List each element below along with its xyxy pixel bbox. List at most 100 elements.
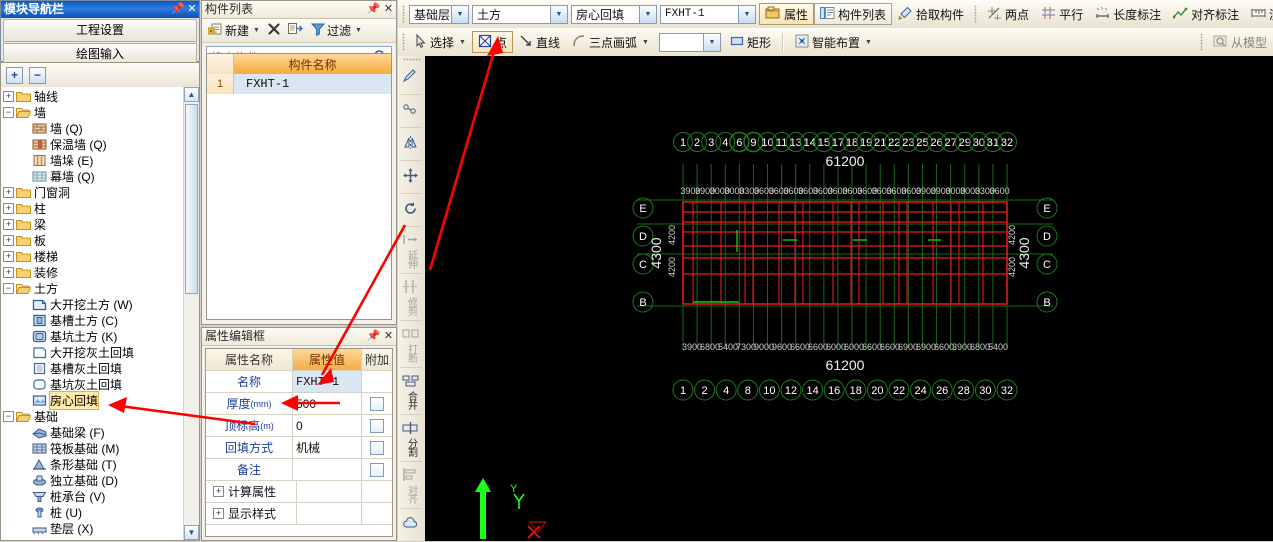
tree-expander-icon[interactable]: + xyxy=(3,202,14,214)
expand-all-button[interactable]: + xyxy=(6,66,23,84)
select-tool[interactable]: 选择 ▼ xyxy=(409,31,472,53)
tree-item-23[interactable]: 条形基础 (T) xyxy=(1,456,183,472)
tree-item-7[interactable]: + 柱 xyxy=(1,200,183,216)
tree-item-27[interactable]: 垫层 (X) xyxy=(1,520,183,536)
chevron-down-icon[interactable]: ▼ xyxy=(459,39,466,46)
delete-component-button[interactable] xyxy=(265,21,283,40)
chevron-down-icon[interactable]: ▼ xyxy=(639,5,656,23)
cad-drawing-canvas[interactable]: 1 2 3 4 6 9 10 11 13 14 15 17 18 19 21 22 23 25 26 27 29 30 31… xyxy=(425,56,1273,541)
attach-checkbox[interactable] xyxy=(370,418,384,433)
collapse-all-button[interactable]: − xyxy=(29,66,46,84)
chevron-down-icon[interactable]: ▼ xyxy=(451,5,468,23)
move-tool[interactable] xyxy=(398,162,423,192)
pin-icon[interactable]: 📌 xyxy=(171,1,185,18)
point-tool[interactable]: 点 xyxy=(471,31,513,53)
tree-item-19[interactable]: 房心回填 xyxy=(1,390,183,410)
scroll-up-icon[interactable]: ▲ xyxy=(184,87,199,102)
tree-item-14[interactable]: 基槽土方 (C) xyxy=(1,312,183,328)
tree-item-16[interactable]: 大开挖灰土回填 xyxy=(1,344,183,360)
tree-expander-icon[interactable]: + xyxy=(3,218,14,230)
tree-item-13[interactable]: 大开挖土方 (W) xyxy=(1,296,183,312)
from-model-button[interactable]: 从模型 xyxy=(1207,31,1273,53)
property-row[interactable]: 备注 xyxy=(206,459,392,481)
component-row[interactable]: 1 FXHT-1 xyxy=(207,74,391,94)
component-type-combo[interactable]: 房心回填 ▼ xyxy=(571,4,657,24)
property-expander-icon[interactable]: + xyxy=(213,508,224,519)
tree-item-6[interactable]: + 门窗洞 xyxy=(1,184,183,200)
chevron-down-icon[interactable]: ▼ xyxy=(865,39,872,46)
toolbar-grip[interactable] xyxy=(402,33,405,51)
pick-component-button[interactable]: 拾取构件 xyxy=(892,3,970,25)
property-row[interactable]: 回填方式 机械 xyxy=(206,437,392,459)
tree-item-8[interactable]: + 梁 xyxy=(1,216,183,232)
mirror-tool[interactable] xyxy=(398,129,423,159)
cloud-tool[interactable] xyxy=(398,510,423,540)
property-value-cell[interactable]: 机械 xyxy=(293,437,362,458)
component-list-button[interactable]: 构件列表 xyxy=(814,3,893,25)
properties-button[interactable]: 属性 xyxy=(759,3,815,25)
tree-expander-icon[interactable]: + xyxy=(3,250,14,262)
tree-expander-icon[interactable]: + xyxy=(3,186,14,198)
tree-item-2[interactable]: 墙 (Q) xyxy=(1,120,183,136)
tree-item-10[interactable]: + 楼梯 xyxy=(1,248,183,264)
tree-item-22[interactable]: 筏板基础 (M) xyxy=(1,440,183,456)
tree-expander-icon[interactable]: + xyxy=(3,234,14,246)
category-combo[interactable]: 土方 ▼ xyxy=(472,4,568,24)
toolbar-grip[interactable] xyxy=(1199,33,1203,51)
tree-item-21[interactable]: 基础梁 (F) xyxy=(1,424,183,440)
tree-item-26[interactable]: 桩 (U) xyxy=(1,504,183,520)
tree-scrollbar[interactable]: ▲ ▼ xyxy=(183,87,199,540)
tree-item-3[interactable]: 保温墙 (Q) xyxy=(1,136,183,152)
rotate-tool[interactable] xyxy=(398,195,423,225)
chevron-down-icon[interactable]: ▼ xyxy=(702,33,720,51)
line-style-combo[interactable]: ▼ xyxy=(658,32,721,52)
tree-item-11[interactable]: + 装修 xyxy=(1,264,183,280)
tree-expander-icon[interactable]: + xyxy=(3,90,14,102)
property-row[interactable]: + 计算属性 xyxy=(206,481,392,503)
tree-item-9[interactable]: + 板 xyxy=(1,232,183,248)
attach-checkbox[interactable] xyxy=(370,396,384,411)
property-value-cell[interactable] xyxy=(293,459,362,480)
property-value-cell[interactable]: 500 xyxy=(293,393,362,414)
length-dimension-button[interactable]: 长度标注 xyxy=(1089,3,1167,25)
chevron-down-icon[interactable]: ▼ xyxy=(355,27,362,34)
attach-checkbox[interactable] xyxy=(370,440,384,455)
tree-item-15[interactable]: 基坑土方 (K) xyxy=(1,328,183,344)
copy-component-button[interactable] xyxy=(286,21,306,40)
project-settings-button[interactable]: 工程设置 xyxy=(3,19,197,42)
tree-expander-icon[interactable]: − xyxy=(3,410,14,422)
property-value-cell[interactable]: 0 xyxy=(293,415,362,436)
close-icon[interactable]: ✕ xyxy=(381,1,396,18)
tree-item-18[interactable]: 基坑灰土回填 xyxy=(1,376,183,392)
tree-expander-icon[interactable]: + xyxy=(3,266,14,278)
toolbar-grip[interactable] xyxy=(402,58,421,61)
tree-item-25[interactable]: 桩承台 (V) xyxy=(1,488,183,504)
toolbar-grip[interactable] xyxy=(974,5,978,23)
property-row[interactable]: 顶标高 (m) 0 xyxy=(206,415,392,437)
property-value-cell[interactable] xyxy=(297,481,362,502)
chevron-down-icon[interactable]: ▼ xyxy=(738,5,755,23)
tree-item-5[interactable]: 幕墙 (Q) xyxy=(1,168,183,184)
tree-item-12[interactable]: − 土方 xyxy=(1,280,183,296)
property-value-cell[interactable]: FXHT-1 xyxy=(293,371,362,392)
close-icon[interactable]: ✕ xyxy=(381,328,396,345)
tree-item-17[interactable]: 基槽灰土回填 xyxy=(1,360,183,376)
tree-item-20[interactable]: − 基础 xyxy=(1,408,183,424)
tree-expander-icon[interactable]: − xyxy=(3,282,14,294)
pin-icon[interactable]: 📌 xyxy=(366,1,381,18)
rectangle-tool[interactable]: 矩形 xyxy=(724,31,777,53)
chevron-down-icon[interactable]: ▼ xyxy=(642,39,649,46)
brush-tool[interactable] xyxy=(398,63,423,93)
scroll-down-icon[interactable]: ▼ xyxy=(184,525,199,540)
scroll-thumb[interactable] xyxy=(185,104,198,294)
tree-item-4[interactable]: 墙垛 (E) xyxy=(1,152,183,168)
toolbar-grip[interactable] xyxy=(402,5,405,23)
split-tool[interactable]: 分割 xyxy=(398,416,423,460)
measure-distance-button[interactable]: 测量距离 xyxy=(1245,3,1273,25)
offset-tool[interactable] xyxy=(398,96,423,126)
merge-tool[interactable]: 合并 xyxy=(398,369,423,413)
parallel-button[interactable]: 平行 xyxy=(1035,3,1089,25)
pin-icon[interactable]: 📌 xyxy=(366,328,381,345)
chevron-down-icon[interactable]: ▼ xyxy=(253,27,260,34)
two-point-button[interactable]: 两点 xyxy=(981,3,1035,25)
